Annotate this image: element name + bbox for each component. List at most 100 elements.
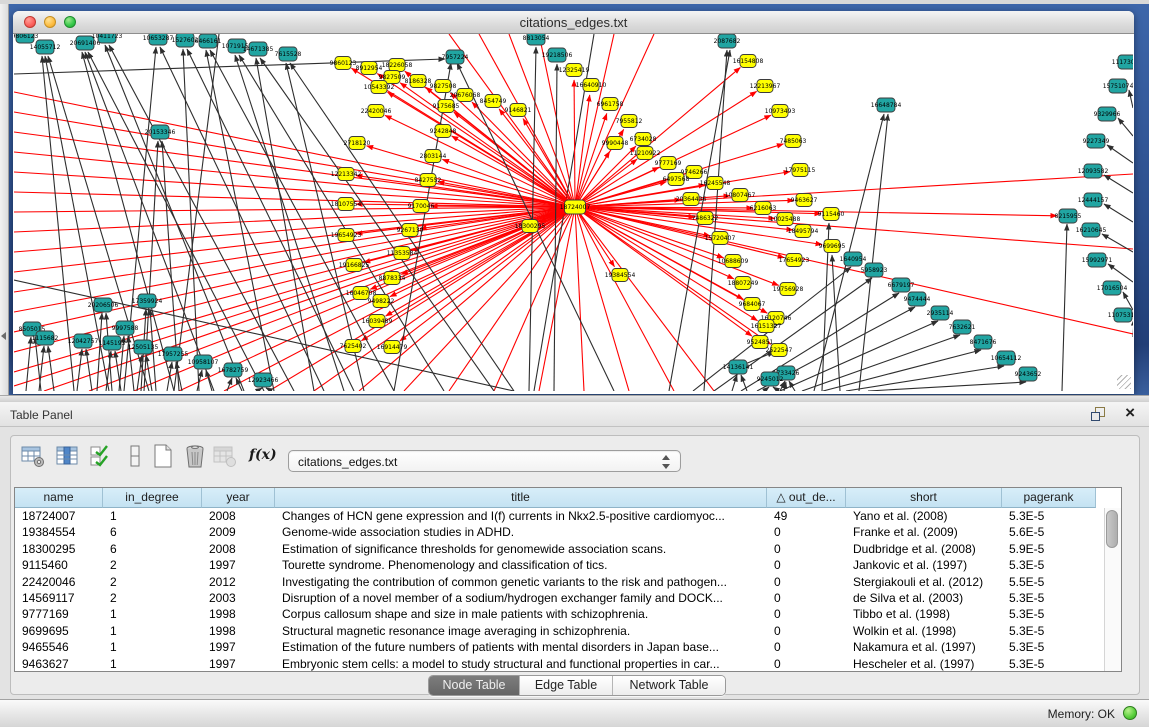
table-row[interactable]: 946362711997Embryonic stem cells: a mode… xyxy=(15,656,1096,672)
column-header-year[interactable]: year xyxy=(202,488,275,508)
table-cell[interactable]: 2003 xyxy=(202,590,275,606)
network-edge-black[interactable] xyxy=(77,349,82,391)
table-cell[interactable]: 18724007 xyxy=(15,508,103,524)
network-node-yellow[interactable]: 7625402 xyxy=(340,340,367,353)
network-node-teal[interactable]: 10654112 xyxy=(991,351,1022,365)
table-cell[interactable]: Investigating the contribution of common… xyxy=(275,574,767,590)
network-edge-black[interactable] xyxy=(1062,224,1067,391)
table-cell[interactable]: Jankovic et al. (1997) xyxy=(846,557,1002,573)
network-edge-black[interactable] xyxy=(256,58,314,391)
collapse-arrow-icon[interactable] xyxy=(1,332,6,340)
close-panel-icon[interactable]: × xyxy=(1125,403,1135,423)
network-node-yellow[interactable]: 22420046 xyxy=(361,105,392,118)
network-node-yellow[interactable]: 16154808 xyxy=(733,55,764,68)
network-node-teal[interactable]: 9806123 xyxy=(14,34,39,43)
column-header-outde[interactable]: △ out_de... xyxy=(767,488,846,508)
table-cell[interactable]: 2012 xyxy=(202,574,275,590)
network-edge-red[interactable] xyxy=(14,112,575,207)
table-cell[interactable]: 0 xyxy=(767,574,846,590)
table-cell[interactable]: 2009 xyxy=(202,524,275,540)
table-cell[interactable]: 0 xyxy=(767,541,846,557)
network-node-yellow[interactable]: 6734028 xyxy=(630,133,657,146)
table-cell[interactable]: Disruption of a novel member of a sodium… xyxy=(275,590,767,606)
table-cell[interactable]: 2008 xyxy=(202,541,275,557)
tab-node-table[interactable]: Node Table xyxy=(429,676,520,695)
network-edge-black[interactable] xyxy=(789,381,795,391)
network-node-yellow[interactable]: 7955812 xyxy=(616,115,643,128)
table-selector-dropdown[interactable]: citations_edges.txt xyxy=(288,450,681,472)
column-header-name[interactable]: name xyxy=(15,488,103,508)
table-cell[interactable]: 9465546 xyxy=(15,639,103,655)
network-node-teal[interactable]: 10653287 xyxy=(143,34,174,45)
table-row[interactable]: 946554611997Estimation of the future num… xyxy=(15,639,1096,655)
network-node-yellow[interactable]: 17975115 xyxy=(785,164,816,177)
table-cell[interactable]: Tourette syndrome. Phenomenology and cla… xyxy=(275,557,767,573)
network-node-yellow[interactable]: 10807467 xyxy=(725,189,756,202)
table-row[interactable]: 2242004622012Investigating the contribut… xyxy=(15,574,1096,590)
network-edge-black[interactable] xyxy=(1118,118,1133,136)
network-node-teal[interactable]: 15992971 xyxy=(1082,253,1113,267)
table-cell[interactable]: 6 xyxy=(103,524,202,540)
table-cell[interactable]: 0 xyxy=(767,524,846,540)
network-node-teal[interactable]: 11075312 xyxy=(1108,308,1133,322)
table-cell[interactable]: 2 xyxy=(103,557,202,573)
network-edge-black[interactable] xyxy=(1107,145,1133,163)
network-node-teal[interactable]: 15751074 xyxy=(1103,79,1133,93)
table-cell[interactable]: Estimation of significance thresholds fo… xyxy=(275,541,767,557)
network-node-teal[interactable]: 14055712 xyxy=(30,40,61,54)
network-node-yellow[interactable]: 8186328 xyxy=(405,75,432,88)
network-edge-red[interactable] xyxy=(14,192,575,207)
table-cell[interactable]: 14569117 xyxy=(15,590,103,606)
network-edge-black[interactable] xyxy=(257,388,262,391)
table-cell[interactable]: 5.5E-5 xyxy=(1002,574,1096,590)
network-node-teal[interactable]: 6679197 xyxy=(888,278,915,292)
network-node-yellow[interactable]: 10688609 xyxy=(718,255,749,268)
table-cell[interactable]: 1 xyxy=(103,623,202,639)
horizontal-splitter[interactable] xyxy=(0,395,1149,402)
network-edge-black[interactable] xyxy=(115,351,121,391)
network-edge-red[interactable] xyxy=(575,207,1133,334)
network-edge-red[interactable] xyxy=(14,152,575,207)
network-node-teal[interactable]: 8813054 xyxy=(523,34,550,45)
table-cell[interactable]: Embryonic stem cells: a model to study s… xyxy=(275,656,767,672)
network-edge-black[interactable] xyxy=(187,49,354,391)
table-cell[interactable]: Structural magnetic resonance image aver… xyxy=(275,623,767,639)
network-graph[interactable]: 9806123140557122069140610411723106532871… xyxy=(14,34,1133,391)
network-node-teal[interactable]: 17016504 xyxy=(1097,281,1128,295)
network-edge-black[interactable] xyxy=(39,346,44,391)
import-table-icon[interactable] xyxy=(212,443,238,469)
table-cell[interactable]: Yano et al. (2008) xyxy=(846,508,1002,524)
table-cell[interactable]: 5.3E-5 xyxy=(1002,590,1096,606)
network-edge-black[interactable] xyxy=(1129,90,1133,108)
window-titlebar[interactable]: citations_edges.txt xyxy=(13,11,1134,34)
table-cell[interactable]: Tibbo et al. (1998) xyxy=(846,606,1002,622)
table-cell[interactable]: 6 xyxy=(103,541,202,557)
table-cell[interactable]: 0 xyxy=(767,606,846,622)
network-node-teal[interactable]: 9243652 xyxy=(1015,367,1042,381)
table-cell[interactable]: Nakamura et al. (1997) xyxy=(846,639,1002,655)
table-row[interactable]: 911546021997Tourette syndrome. Phenomeno… xyxy=(15,557,1096,573)
network-node-yellow[interactable]: 9990448 xyxy=(602,137,629,150)
network-edge-black[interactable] xyxy=(26,337,31,391)
network-node-teal[interactable]: 12042757 xyxy=(68,334,99,348)
table-cell[interactable]: Changes of HCN gene expression and I(f) … xyxy=(275,508,767,524)
table-cell[interactable]: 5.3E-5 xyxy=(1002,508,1096,524)
network-node-yellow[interactable]: 16245548 xyxy=(700,177,731,190)
network-node-teal[interactable]: 8471676 xyxy=(970,335,997,349)
table-cell[interactable]: 1998 xyxy=(202,623,275,639)
table-cell[interactable]: 0 xyxy=(767,639,846,655)
table-cell[interactable]: 5.3E-5 xyxy=(1002,656,1096,672)
table-cell[interactable]: 9463627 xyxy=(15,656,103,672)
network-window[interactable]: citations_edges.txt 98061231405571220691… xyxy=(13,11,1134,394)
table-cell[interactable]: 0 xyxy=(767,557,846,573)
network-edge-black[interactable] xyxy=(823,350,981,391)
table-settings-icon[interactable] xyxy=(20,443,46,469)
network-node-yellow[interactable]: 12213967 xyxy=(750,80,781,93)
network-edge-red[interactable] xyxy=(14,207,575,372)
network-node-teal[interactable]: 19218506 xyxy=(542,48,573,62)
network-node-yellow[interactable]: 20676068 xyxy=(450,89,481,102)
table-cell[interactable]: 9115460 xyxy=(15,557,103,573)
table-cell[interactable]: 5.3E-5 xyxy=(1002,623,1096,639)
network-edge-red[interactable] xyxy=(14,132,575,207)
table-cell[interactable]: Genome-wide association studies in ADHD. xyxy=(275,524,767,540)
